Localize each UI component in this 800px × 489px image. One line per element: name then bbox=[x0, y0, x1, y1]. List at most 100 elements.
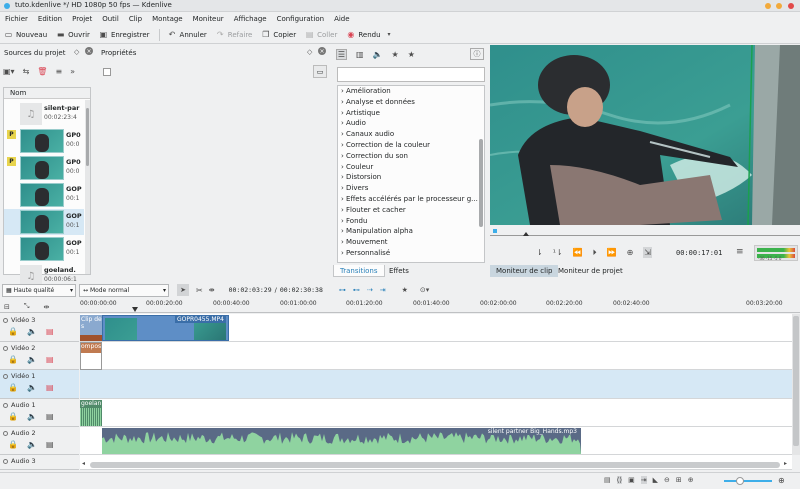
effect-category[interactable]: › Correction de la couleur bbox=[338, 140, 484, 151]
menu-item-5[interactable]: Montage bbox=[152, 15, 183, 23]
menu-item-2[interactable]: Projet bbox=[72, 15, 92, 23]
scroll-right-icon[interactable]: ▸ bbox=[784, 460, 787, 467]
effect-category[interactable]: › Amélioration bbox=[338, 86, 484, 97]
zoom-out-icon[interactable]: ⊖ bbox=[664, 476, 670, 484]
track-target-icon[interactable] bbox=[3, 430, 8, 436]
maximize-icon[interactable] bbox=[776, 3, 782, 9]
hide-video-icon[interactable]: ▤ bbox=[46, 355, 54, 364]
timeline-playhead[interactable] bbox=[132, 307, 138, 312]
timeline-scrollbar[interactable] bbox=[90, 462, 780, 468]
audio-thumbs-icon[interactable]: ⟨⟩ bbox=[616, 476, 623, 484]
effect-category[interactable]: › Mouvement bbox=[338, 237, 484, 248]
timeline-clip[interactable]: goelan bbox=[80, 400, 102, 426]
effect-category[interactable]: › Artistique bbox=[338, 108, 484, 119]
effect-category[interactable]: › Canaux audio bbox=[338, 129, 484, 140]
play-icon[interactable]: ⏵ bbox=[593, 248, 597, 258]
lock-icon[interactable]: 🔒 bbox=[8, 412, 18, 421]
track-header-4[interactable]: Audio 2 🔒 🔈 ▤ bbox=[0, 427, 79, 455]
bin-clip-item[interactable]: GOP 00:1 bbox=[4, 236, 84, 262]
select-tool-icon[interactable]: ➤ bbox=[177, 284, 189, 296]
bin-clip-item[interactable]: P GP0 00:0 bbox=[4, 128, 84, 154]
zoom-slider-handle[interactable] bbox=[736, 477, 744, 485]
timeline-clip[interactable]: silent partner Big_Hands.mp3 bbox=[102, 428, 581, 454]
undo-button[interactable]: ↶ Annuler bbox=[168, 28, 207, 42]
track-header-1[interactable]: Vidéo 2 🔒 🔈 ▤ bbox=[0, 342, 79, 370]
add-clip-icon[interactable]: ⇆ bbox=[23, 67, 30, 76]
track-target-icon[interactable] bbox=[3, 345, 8, 351]
favorite-icon[interactable]: ★ bbox=[408, 49, 415, 60]
bin-clip-item[interactable]: P GP0 00:0 bbox=[4, 155, 84, 181]
menu-item-9[interactable]: Aide bbox=[334, 15, 349, 23]
bin-clip-item[interactable]: GOP 00:1 bbox=[4, 209, 84, 235]
checkbox[interactable] bbox=[103, 68, 111, 76]
list-view-icon[interactable]: ☰ bbox=[336, 49, 347, 60]
mute-icon[interactable]: 🔈 bbox=[27, 355, 37, 364]
bin-clip-item[interactable]: ♫ silent-par 00:02:23:4 bbox=[4, 101, 84, 127]
solo-icon[interactable]: ▤ bbox=[46, 440, 54, 449]
track-target-icon[interactable] bbox=[3, 458, 8, 464]
menu-icon[interactable]: ≡ bbox=[736, 247, 744, 257]
track-header-0[interactable]: Vidéo 3 🔒 🔈 ▤ bbox=[0, 314, 79, 342]
redo-button[interactable]: ↷ Refaire bbox=[216, 28, 252, 42]
new-button[interactable]: ▭ Nouveau bbox=[4, 28, 47, 42]
view-mode-icon[interactable]: ▣▾ bbox=[3, 67, 15, 76]
monitor-timecode[interactable]: 00:00:17:01 bbox=[676, 249, 722, 257]
rewind-icon[interactable]: ⏪ bbox=[573, 248, 583, 257]
mode-select[interactable]: ↔ Mode normal ▾ bbox=[79, 283, 169, 297]
paste-button[interactable]: ▤ Coller bbox=[305, 28, 338, 42]
zoom-in-icon[interactable]: ⊕ bbox=[778, 476, 785, 485]
track-target-icon[interactable] bbox=[3, 402, 8, 408]
fit-zoom-icon[interactable]: ⤡ bbox=[24, 302, 30, 311]
vertical-scrollbar[interactable] bbox=[792, 314, 800, 455]
playhead-marker[interactable] bbox=[523, 232, 529, 236]
render-preview-icon[interactable]: ▤ bbox=[604, 476, 611, 484]
lock-icon[interactable]: 🔒 bbox=[8, 355, 18, 364]
monitor-ruler[interactable] bbox=[490, 225, 800, 241]
effect-category[interactable]: › Audio bbox=[338, 118, 484, 129]
lock-icon[interactable]: 🔒 bbox=[8, 383, 18, 392]
delete-icon[interactable]: 🗑 bbox=[37, 67, 47, 76]
tab-clip-monitor[interactable]: Moniteur de clip bbox=[490, 265, 559, 277]
effect-category[interactable]: › Personnalisé bbox=[338, 248, 484, 259]
snap-icon[interactable]: ⊙▾ bbox=[420, 286, 429, 294]
marker-icon[interactable]: ◣ bbox=[653, 476, 658, 484]
menu-item-7[interactable]: Affichage bbox=[234, 15, 267, 23]
spacer-tool-icon[interactable]: ⇼ bbox=[209, 286, 215, 294]
lane-video-1[interactable] bbox=[80, 370, 792, 399]
close-panel-icon[interactable]: × bbox=[318, 47, 326, 55]
effect-category[interactable]: › Couleur bbox=[338, 162, 484, 173]
menu-item-4[interactable]: Clip bbox=[129, 15, 142, 23]
insert-icon[interactable]: ⊶ bbox=[339, 286, 346, 294]
track-target-icon[interactable] bbox=[3, 373, 8, 379]
float-icon[interactable]: ◇ bbox=[307, 48, 312, 56]
menu-item-6[interactable]: Moniteur bbox=[193, 15, 224, 23]
tab-transitions[interactable]: Transitions bbox=[333, 265, 385, 277]
window-menu-icon[interactable] bbox=[4, 3, 10, 9]
effect-category[interactable]: › Effets accélérés par le processeur g..… bbox=[338, 194, 484, 205]
lock-icon[interactable]: 🔒 bbox=[8, 440, 18, 449]
favorite-icon[interactable]: ★ bbox=[402, 286, 408, 294]
snap-icon[interactable]: ⇥ bbox=[640, 476, 647, 484]
open-button[interactable]: ▬ Ouvrir bbox=[56, 28, 90, 42]
hide-video-icon[interactable]: ▤ bbox=[46, 383, 54, 392]
bin-clip-item[interactable]: GOP 00:1 bbox=[4, 182, 84, 208]
effect-category[interactable]: › Divers bbox=[338, 183, 484, 194]
lane-audio-1[interactable] bbox=[80, 399, 792, 427]
track-header-2[interactable]: Vidéo 1 🔒 🔈 ▤ bbox=[0, 370, 79, 399]
lane-video-2[interactable] bbox=[80, 342, 792, 370]
save-button[interactable]: ▣ Enregistrer bbox=[99, 28, 150, 42]
audio-filter-icon[interactable]: 🔈 bbox=[373, 49, 383, 60]
mute-icon[interactable]: 🔈 bbox=[27, 327, 37, 336]
zoom-icon[interactable]: ⊕ bbox=[627, 248, 634, 257]
razor-tool-icon[interactable]: ✂ bbox=[196, 286, 203, 295]
copy-button[interactable]: ❐ Copier bbox=[261, 28, 296, 42]
scroll-left-icon[interactable]: ◂ bbox=[82, 460, 85, 467]
lock-icon[interactable]: 🔒 bbox=[8, 327, 18, 336]
tab-project-monitor[interactable]: Moniteur de projet bbox=[552, 265, 629, 277]
hide-video-icon[interactable]: ▤ bbox=[46, 327, 54, 336]
effect-category[interactable]: › Manipulation alpha bbox=[338, 226, 484, 237]
custom-icon[interactable]: ★ bbox=[392, 49, 399, 60]
effect-category[interactable]: › Distorsion bbox=[338, 172, 484, 183]
extract-icon[interactable]: ⇥ bbox=[380, 286, 386, 294]
info-icon[interactable]: ⓘ bbox=[470, 48, 484, 60]
